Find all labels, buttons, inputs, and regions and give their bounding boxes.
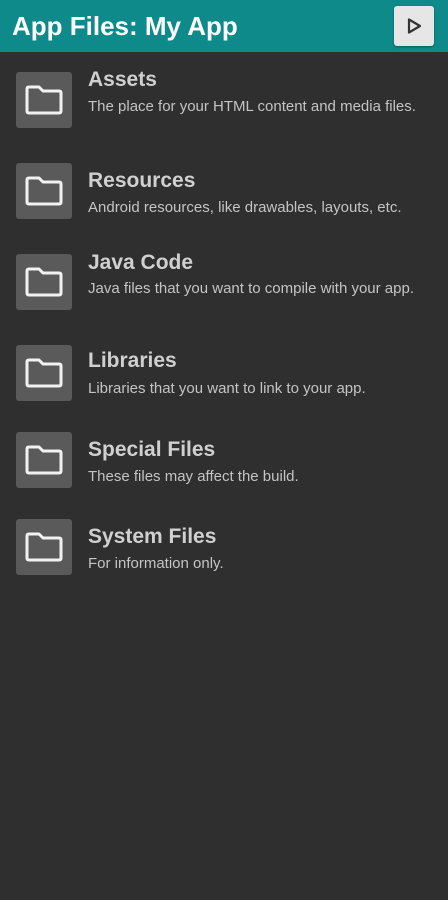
play-icon: [405, 17, 423, 35]
list-item-libraries[interactable]: Libraries Libraries that you want to lin…: [0, 345, 448, 407]
item-title: Java Code: [88, 251, 194, 274]
item-description: The place for your HTML content and medi…: [88, 98, 416, 115]
item-title: Resources: [88, 169, 196, 192]
app-files-screen: App Files: My App Assets The place for y…: [0, 0, 448, 900]
folder-icon: [16, 519, 72, 575]
folder-icon: [16, 345, 72, 401]
folder-icon: [16, 254, 72, 310]
list-item-special-files[interactable]: Special Files These files may affect the…: [0, 432, 448, 494]
folder-icon: [16, 432, 72, 488]
item-description: Libraries that you want to link to your …: [88, 380, 366, 397]
toolbar: App Files: My App: [0, 0, 448, 52]
item-title: Assets: [88, 68, 157, 91]
item-description: Java files that you want to compile with…: [88, 280, 415, 297]
list-item-system-files[interactable]: System Files For information only.: [0, 519, 448, 581]
item-title: System Files: [88, 525, 217, 548]
item-description: For information only.: [88, 555, 224, 572]
list-item-assets[interactable]: Assets The place for your HTML content a…: [0, 66, 448, 144]
item-title: Special Files: [88, 438, 216, 461]
page-title: App Files: My App: [12, 11, 238, 41]
item-description: These files may affect the build.: [88, 468, 299, 485]
item-title: Libraries: [88, 349, 177, 372]
folder-icon: [16, 72, 72, 128]
list-item-resources[interactable]: Resources Android resources, like drawab…: [0, 163, 448, 225]
list-item-java-code[interactable]: Java Code Java files that you want to co…: [0, 248, 448, 328]
folder-icon: [16, 163, 72, 219]
run-button[interactable]: [394, 6, 434, 46]
item-description: Android resources, like drawables, layou…: [88, 199, 402, 216]
